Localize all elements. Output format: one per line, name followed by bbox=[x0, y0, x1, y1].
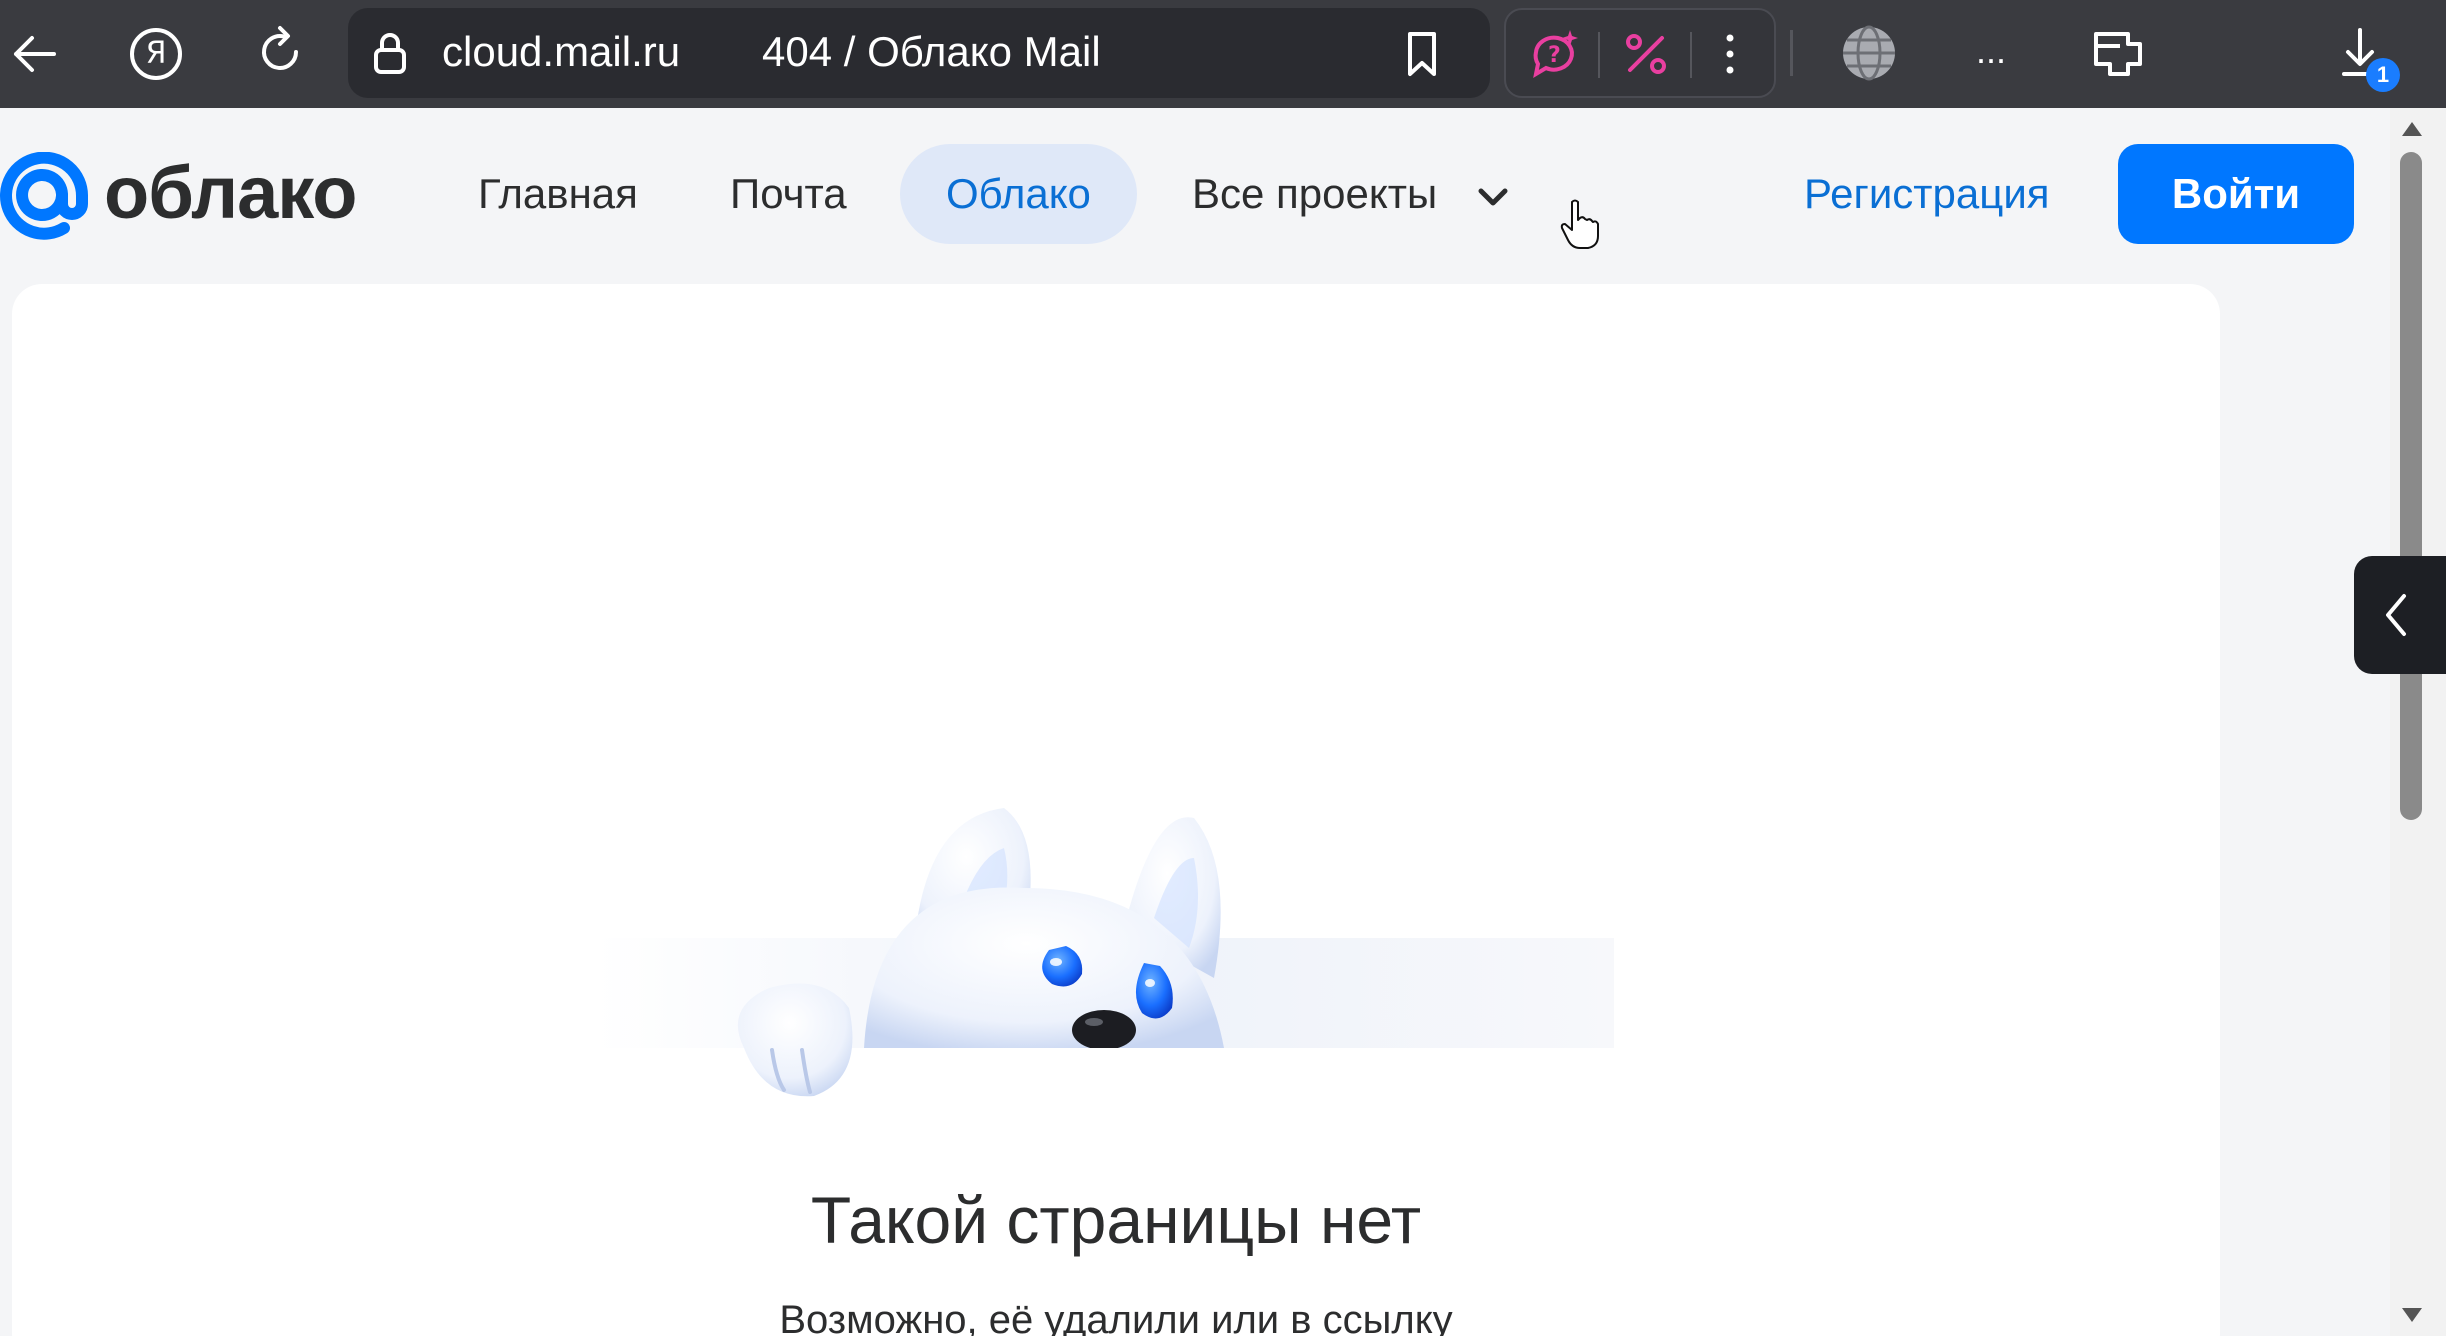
overflow-menu[interactable]: ... bbox=[1976, 30, 2006, 72]
back-arrow-icon[interactable] bbox=[8, 30, 60, 78]
svg-text:?: ? bbox=[1548, 43, 1561, 68]
scroll-down-icon[interactable] bbox=[2400, 1306, 2424, 1326]
divider bbox=[1790, 30, 1793, 76]
hand-cursor-icon bbox=[1560, 199, 1599, 249]
address-domain: cloud.mail.ru bbox=[442, 28, 681, 75]
reload-icon[interactable] bbox=[252, 24, 308, 80]
scroll-up-icon[interactable] bbox=[2400, 118, 2424, 138]
globe-icon[interactable] bbox=[1840, 24, 1898, 82]
tab-title: 404 / Облако Mail bbox=[762, 28, 1101, 75]
extensions-icon[interactable] bbox=[2090, 24, 2146, 82]
divider bbox=[1690, 32, 1692, 78]
nav-label: Главная bbox=[478, 170, 638, 217]
mail-at-logo-icon[interactable] bbox=[0, 152, 88, 242]
nav-label: Облако bbox=[946, 170, 1091, 217]
chevron-left-icon bbox=[2386, 594, 2406, 636]
error-title: Такой страницы нет bbox=[810, 1183, 1422, 1257]
lock-icon[interactable] bbox=[370, 30, 410, 78]
error-card: Такой страницы нет Возможно, её удалили … bbox=[12, 284, 2220, 1336]
site-header: облако Главная Почта Облако Все проекты … bbox=[0, 108, 2390, 284]
scroll-thumb[interactable] bbox=[2400, 152, 2422, 820]
discount-icon[interactable] bbox=[1620, 28, 1672, 80]
register-link[interactable]: Регистрация bbox=[1804, 144, 2050, 244]
nav-label: Все проекты bbox=[1192, 170, 1438, 217]
side-panel-toggle[interactable] bbox=[2354, 556, 2446, 674]
bookmark-icon[interactable] bbox=[1402, 30, 1442, 78]
nav-item-home[interactable]: Главная bbox=[432, 144, 684, 244]
chevron-down-icon bbox=[1478, 188, 1508, 206]
logo-text[interactable]: облако bbox=[104, 150, 357, 235]
downloads-badge: 1 bbox=[2366, 58, 2400, 92]
browser-toolbar: Я cloud.mail.ru 404 / Облако Mail ? ... … bbox=[0, 0, 2446, 108]
nav-item-all-projects[interactable]: Все проекты bbox=[1146, 144, 1511, 244]
yandex-glyph: Я bbox=[145, 36, 167, 71]
sad-dog-mascot-illustration bbox=[594, 808, 1614, 1108]
extension-group: ? bbox=[1504, 8, 1776, 98]
address-bar[interactable]: cloud.mail.ru 404 / Облако Mail bbox=[348, 8, 1490, 98]
error-description: Возможно, её удалили или в ссылку bbox=[779, 1298, 1453, 1336]
nav-label: Почта bbox=[730, 170, 847, 217]
login-button[interactable]: Войти bbox=[2118, 144, 2354, 244]
nav-item-cloud[interactable]: Облако bbox=[900, 144, 1137, 244]
divider bbox=[1598, 32, 1600, 78]
ai-assistant-icon[interactable]: ? bbox=[1526, 26, 1582, 82]
more-vertical-icon[interactable] bbox=[1718, 30, 1742, 78]
nav-item-mail[interactable]: Почта bbox=[684, 144, 893, 244]
yandex-icon[interactable]: Я bbox=[130, 28, 182, 80]
